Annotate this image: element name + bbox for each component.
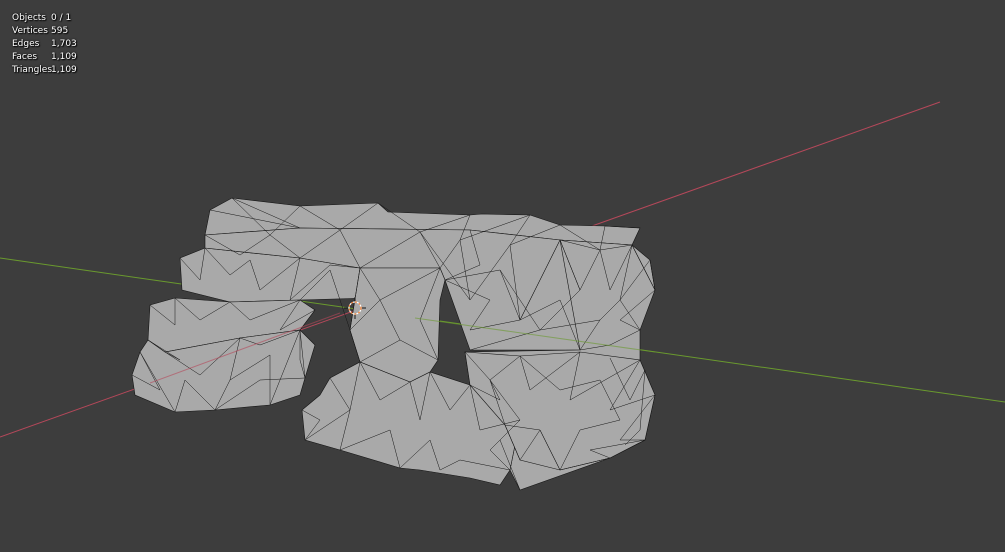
stat-value: 1,109 <box>51 65 77 75</box>
stat-value: 1,109 <box>51 52 77 62</box>
stat-value: 0 / 1 <box>51 13 72 23</box>
stat-row-faces: Faces 1,109 <box>12 51 77 64</box>
stat-label: Edges <box>12 39 40 49</box>
stat-value: 1,703 <box>51 39 77 49</box>
statistics-overlay: Objects 0 / 1 Vertices 595 Edges 1,703 F… <box>12 12 77 77</box>
stat-row-triangles: Triangles 1,109 <box>12 64 77 77</box>
rock-mesh[interactable] <box>131 197 656 491</box>
scene-canvas[interactable] <box>0 0 1005 552</box>
stat-label: Vertices <box>12 26 48 36</box>
3d-viewport[interactable]: Objects 0 / 1 Vertices 595 Edges 1,703 F… <box>0 0 1005 552</box>
stat-label: Objects <box>12 13 47 23</box>
stat-row-vertices: Vertices 595 <box>12 25 77 38</box>
stat-row-objects: Objects 0 / 1 <box>12 12 77 25</box>
stat-row-edges: Edges 1,703 <box>12 38 77 51</box>
stat-label: Triangles <box>12 65 53 75</box>
stat-label: Faces <box>12 52 38 62</box>
stat-value: 595 <box>51 26 69 36</box>
